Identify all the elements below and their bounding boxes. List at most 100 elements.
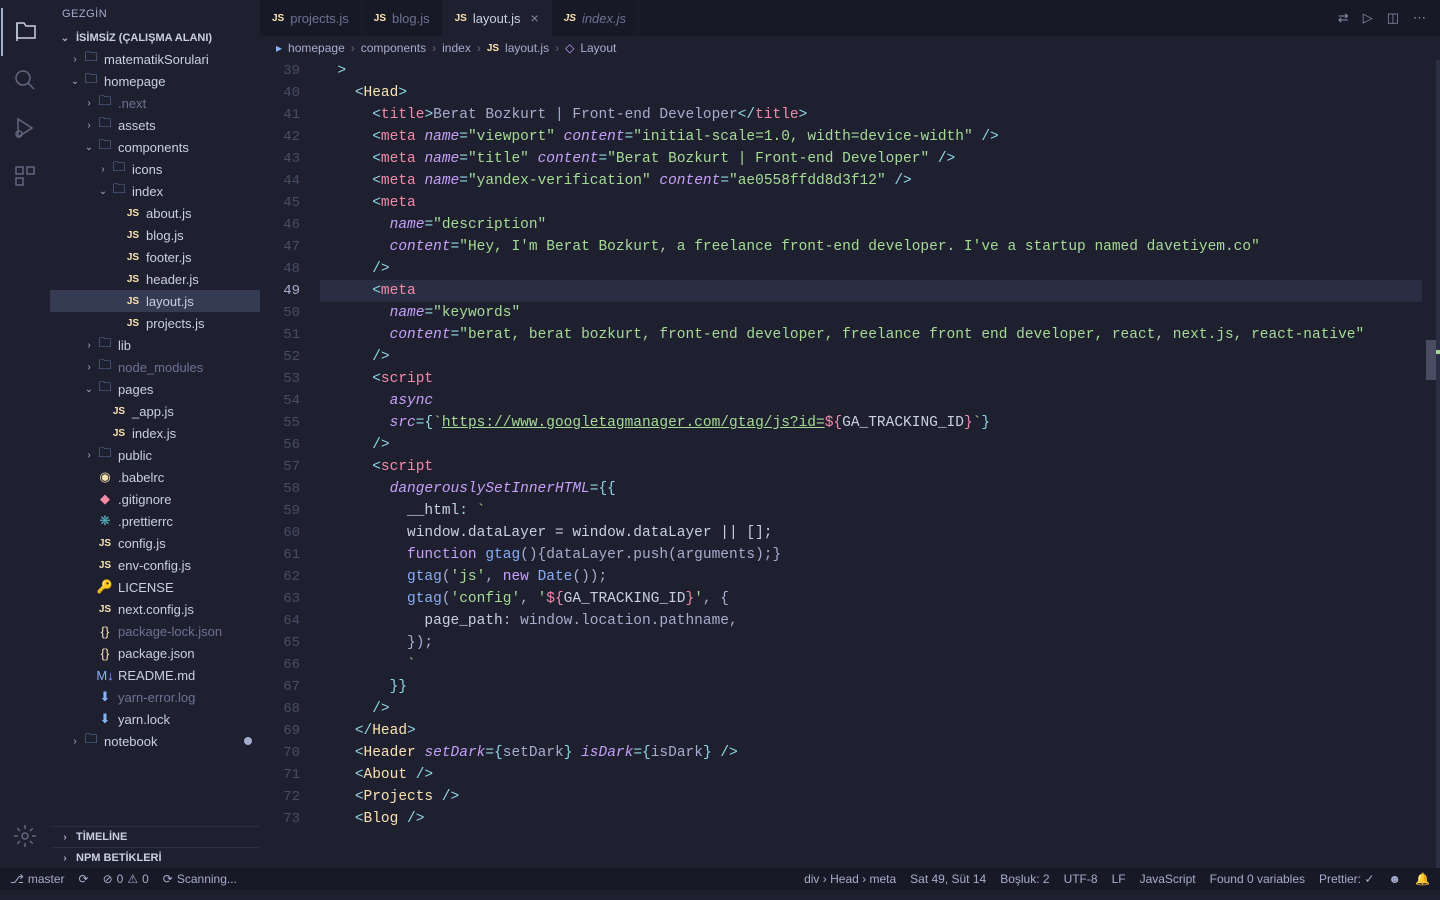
- tree-label: notebook: [104, 734, 158, 749]
- tree-item[interactable]: JSfooter.js: [50, 246, 260, 268]
- status-bar: ⎇ master ⟳ ⊘ 0 ⚠ 0 ⟳ Scanning... div › H…: [0, 868, 1440, 890]
- npm-scripts-section[interactable]: › NPM BETİKLERİ: [50, 847, 260, 868]
- chevron-down-icon: ⌄: [58, 33, 72, 44]
- tree-item[interactable]: ⌄🗀components: [50, 136, 260, 158]
- prettier-status[interactable]: Prettier: ✓: [1319, 872, 1374, 886]
- debug-icon[interactable]: [1, 104, 49, 152]
- chevron-icon: ⌄: [82, 384, 96, 395]
- sync-button[interactable]: ⟳: [79, 872, 89, 886]
- code-area[interactable]: > <Head> <title>Berat Bozkurt | Front-en…: [320, 60, 1422, 868]
- tab[interactable]: JSlayout.js×: [443, 0, 552, 36]
- js-icon: JS: [487, 43, 499, 54]
- feedback-icon[interactable]: ☻: [1388, 872, 1401, 886]
- extensions-icon[interactable]: [1, 152, 49, 200]
- tree-label: blog.js: [146, 228, 184, 243]
- tree-item[interactable]: ›🗀.next: [50, 92, 260, 114]
- tree-item[interactable]: ◆ .gitignore: [50, 488, 260, 510]
- tree-item[interactable]: 🔑LICENSE: [50, 576, 260, 598]
- tree-item[interactable]: ⌄🗀homepage: [50, 70, 260, 92]
- tree-label: header.js: [146, 272, 199, 287]
- tree-item[interactable]: {} package.json: [50, 642, 260, 664]
- tree-item[interactable]: JS_app.js: [50, 400, 260, 422]
- tree-item[interactable]: JSnext.config.js: [50, 598, 260, 620]
- folder-icon: 🗀: [96, 92, 114, 114]
- tree-item[interactable]: JSlayout.js: [50, 290, 260, 312]
- folder-icon: 🗀: [82, 48, 100, 70]
- git-branch[interactable]: ⎇ master: [10, 872, 65, 886]
- file-tree: ›🗀matematikSorulari⌄🗀homepage›🗀.next›🗀as…: [50, 48, 260, 826]
- tree-label: .babelrc: [118, 470, 164, 485]
- tree-item[interactable]: JSblog.js: [50, 224, 260, 246]
- breadcrumb[interactable]: ▸ homepage› components› index› JS layout…: [260, 36, 1440, 60]
- tree-item[interactable]: JSindex.js: [50, 422, 260, 444]
- tree-item[interactable]: JS header.js: [50, 268, 260, 290]
- encoding[interactable]: UTF-8: [1064, 872, 1098, 886]
- tree-label: public: [118, 448, 152, 463]
- tree-item[interactable]: ⬇yarn-error.log: [50, 686, 260, 708]
- tree-label: package.json: [118, 646, 195, 661]
- tree-item[interactable]: ›🗀notebook: [50, 730, 260, 752]
- variables-found[interactable]: Found 0 variables: [1210, 872, 1305, 886]
- tree-item[interactable]: ›🗀 icons: [50, 158, 260, 180]
- more-icon[interactable]: ⋯: [1413, 10, 1426, 26]
- cursor-position[interactable]: Sat 49, Süt 14: [910, 872, 986, 886]
- compare-icon[interactable]: ⇄: [1338, 10, 1349, 26]
- chevron-icon: ›: [96, 164, 110, 175]
- minimap[interactable]: [1422, 60, 1436, 868]
- folder-icon: 🗀: [110, 158, 128, 180]
- settings-icon[interactable]: [1, 812, 49, 860]
- tree-item[interactable]: ❋ .prettierrc: [50, 510, 260, 532]
- tree-item[interactable]: ⬇yarn.lock: [50, 708, 260, 730]
- workspace-header[interactable]: ⌄ İSİMSİZ (ÇALIŞMA ALANI): [50, 28, 260, 48]
- prettier-icon: ❋: [96, 513, 114, 529]
- chevron-icon: ›: [68, 736, 82, 747]
- eol[interactable]: LF: [1112, 872, 1126, 886]
- tree-item[interactable]: JSabout.js: [50, 202, 260, 224]
- tree-item[interactable]: ›🗀node_modules: [50, 356, 260, 378]
- run-icon[interactable]: ▷: [1363, 10, 1373, 26]
- editor[interactable]: 3940414243444546474849505152535455565758…: [260, 60, 1440, 868]
- tab-label: index.js: [582, 11, 626, 26]
- tree-item[interactable]: ›🗀assets: [50, 114, 260, 136]
- folder-icon: 🗀: [96, 136, 114, 158]
- minimap-thumb[interactable]: [1426, 340, 1436, 380]
- tree-item[interactable]: JSprojects.js: [50, 312, 260, 334]
- chevron-icon: ›: [68, 54, 82, 65]
- tree-item[interactable]: ⌄🗀pages: [50, 378, 260, 400]
- explorer-icon[interactable]: [1, 8, 49, 56]
- tab[interactable]: JSindex.js: [552, 0, 639, 36]
- breadcrumb-path[interactable]: div › Head › meta: [804, 872, 896, 886]
- tree-label: .gitignore: [118, 492, 171, 507]
- tree-item[interactable]: JSconfig.js: [50, 532, 260, 554]
- tab[interactable]: JSblog.js: [362, 0, 443, 36]
- tree-item[interactable]: ⌄🗀index: [50, 180, 260, 202]
- tree-label: env-config.js: [118, 558, 191, 573]
- tree-item[interactable]: M↓README.md: [50, 664, 260, 686]
- indentation[interactable]: Boşluk: 2: [1000, 872, 1049, 886]
- tree-label: node_modules: [118, 360, 203, 375]
- language-mode[interactable]: JavaScript: [1140, 872, 1196, 886]
- tree-label: icons: [132, 162, 162, 177]
- js-icon: JS: [124, 296, 142, 307]
- js-icon: JS: [124, 274, 142, 285]
- search-icon[interactable]: [1, 56, 49, 104]
- tree-item[interactable]: ›🗀lib: [50, 334, 260, 356]
- js-icon: JS: [124, 318, 142, 329]
- split-icon[interactable]: ◫: [1387, 10, 1399, 26]
- problems[interactable]: ⊘ 0 ⚠ 0: [103, 872, 149, 886]
- tree-item[interactable]: ›🗀matematikSorulari: [50, 48, 260, 70]
- json-icon: {}: [96, 646, 114, 661]
- tree-label: .prettierrc: [118, 514, 173, 529]
- symbol-icon: ◇: [565, 41, 574, 55]
- chevron-icon: ›: [82, 98, 96, 109]
- git-icon: ◆: [96, 491, 114, 507]
- tab[interactable]: JSprojects.js: [260, 0, 362, 36]
- tree-item[interactable]: ◉.babelrc: [50, 466, 260, 488]
- tree-item[interactable]: {}package-lock.json: [50, 620, 260, 642]
- close-icon[interactable]: ×: [531, 10, 539, 26]
- tree-label: index: [132, 184, 163, 199]
- tree-item[interactable]: ›🗀public: [50, 444, 260, 466]
- notifications-icon[interactable]: 🔔: [1415, 872, 1430, 886]
- timeline-section[interactable]: › TİMELİNE: [50, 826, 260, 847]
- tree-item[interactable]: JSenv-config.js: [50, 554, 260, 576]
